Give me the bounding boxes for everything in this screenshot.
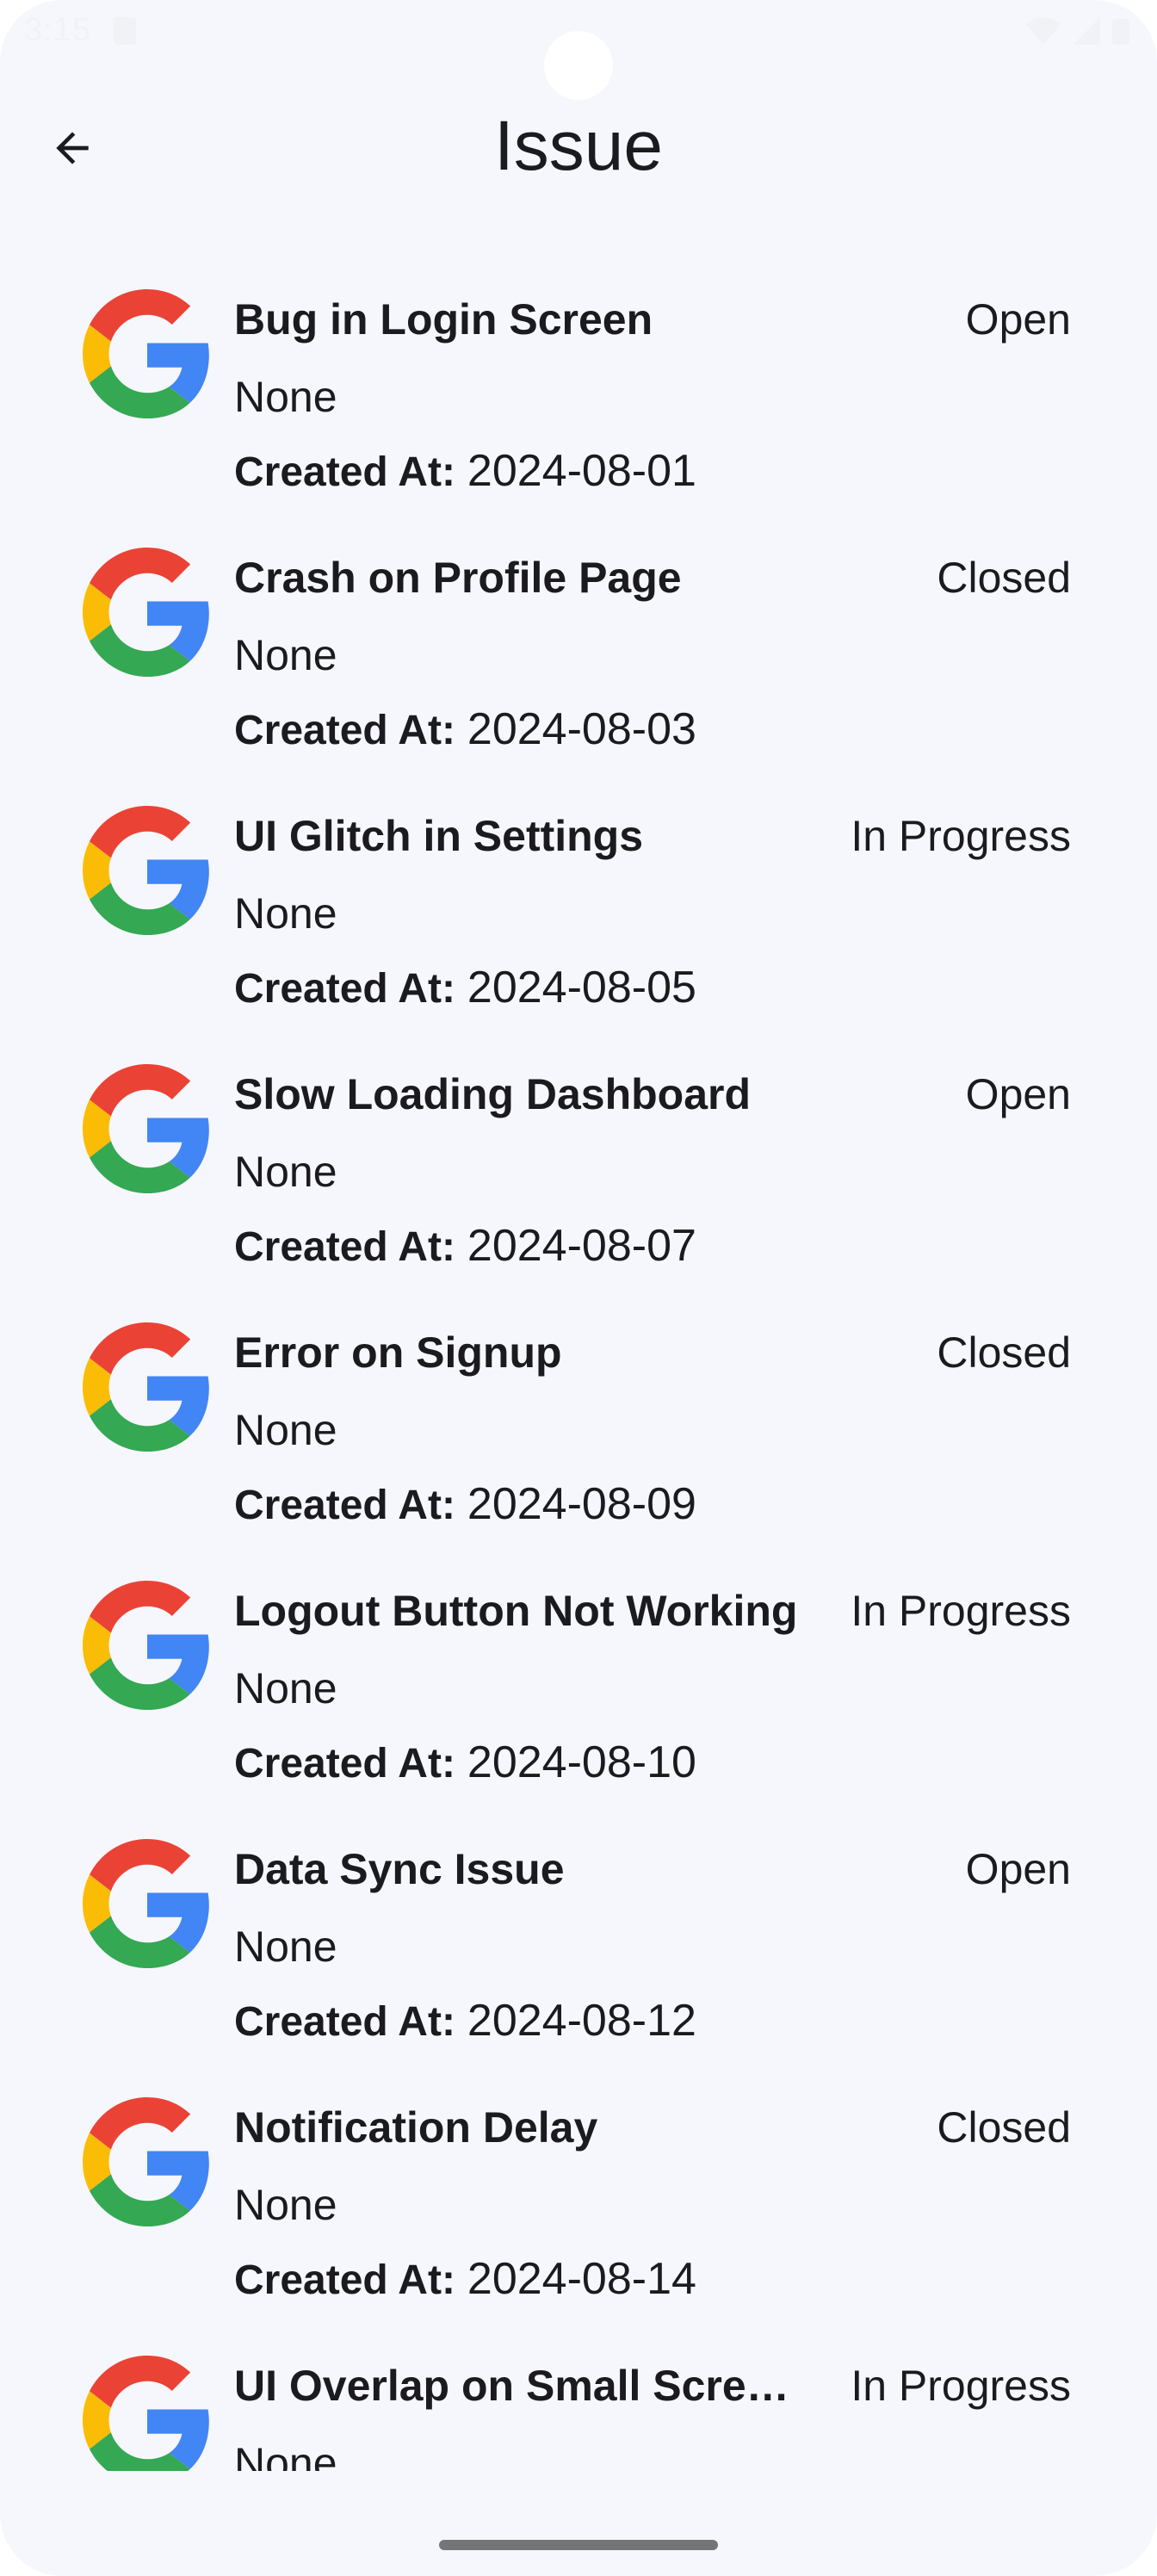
screen: 3:15 Issue Bug in Login Screen Open None… [0, 0, 1157, 2576]
created-at-label: Created At: [234, 2257, 455, 2303]
issue-list-item[interactable]: Bug in Login Screen Open None Created At… [0, 258, 1157, 517]
issue-list-item[interactable]: Data Sync Issue Open None Created At: 202… [0, 1808, 1157, 2066]
page-title: Issue [494, 107, 663, 185]
created-at-value: 2024-08-12 [467, 1996, 696, 2046]
issue-created-at: Created At: 2024-08-05 [234, 957, 696, 1019]
issue-title: Slow Loading Dashboard [234, 1070, 752, 1118]
arrow-back-icon [56, 132, 89, 164]
issue-status: Closed [937, 2103, 1071, 2152]
google-logo-icon [83, 1581, 209, 1710]
navigation-handle[interactable] [439, 2540, 718, 2550]
issue-description: None [234, 1664, 337, 1712]
created-at-label: Created At: [234, 708, 455, 753]
google-logo-icon [83, 806, 209, 935]
issue-title: Crash on Profile Page [234, 554, 682, 602]
wifi-icon [1026, 17, 1061, 45]
issue-status: Open [965, 295, 1071, 344]
created-at-value: 2024-08-03 [467, 704, 696, 754]
issue-status: Closed [937, 1328, 1071, 1377]
issue-title: Data Sync Issue [234, 1845, 565, 1893]
issue-title: Error on Signup [234, 1328, 562, 1377]
issue-title: Bug in Login Screen [234, 295, 653, 344]
sim-card-icon [114, 17, 136, 45]
created-at-label: Created At: [234, 449, 455, 495]
issue-list-item[interactable]: UI Glitch in Settings In Progress None C… [0, 775, 1157, 1033]
issue-created-at: Created At: 2024-08-10 [234, 1732, 696, 1794]
issue-description: None [234, 889, 337, 938]
issue-status: In Progress [851, 1587, 1071, 1635]
issue-list-item[interactable]: UI Overlap on Small Screens In Progress … [0, 2325, 1157, 2471]
google-logo-icon [83, 1839, 209, 1968]
created-at-label: Created At: [234, 1483, 455, 1528]
issue-created-at: Created At: 2024-08-09 [234, 1474, 696, 1536]
back-button[interactable] [38, 114, 107, 183]
issue-title: UI Glitch in Settings [234, 812, 644, 860]
google-logo-icon [83, 2097, 209, 2226]
issue-created-at: Created At: 2024-08-12 [234, 1991, 696, 2053]
issue-list-item[interactable]: Error on Signup Closed None Created At: 2… [0, 1291, 1157, 1550]
google-logo-icon [83, 1064, 209, 1193]
created-at-value: 2024-08-10 [467, 1737, 696, 1787]
issue-created-at: Created At: 2024-08-07 [234, 1216, 696, 1278]
created-at-value: 2024-08-09 [467, 1479, 696, 1529]
top-app-bar: Issue [0, 95, 1157, 198]
issue-description: None [234, 1406, 337, 1454]
battery-icon [1112, 19, 1129, 45]
created-at-label: Created At: [234, 1999, 455, 2045]
status-time: 3:15 [24, 12, 91, 48]
google-logo-icon [83, 2356, 209, 2471]
issue-description: None [234, 1923, 337, 1971]
google-logo-icon [83, 1322, 209, 1452]
issue-status: Closed [937, 554, 1071, 602]
issue-status: In Progress [851, 812, 1071, 860]
issue-created-at: Created At: 2024-08-03 [234, 699, 696, 761]
issue-list-item[interactable]: Notification Delay Closed None Created A… [0, 2066, 1157, 2325]
issue-description: None [234, 373, 337, 421]
issue-status: Open [965, 1845, 1071, 1893]
issue-description: None [234, 2181, 337, 2229]
camera-cutout [544, 31, 613, 100]
issue-list-item[interactable]: Slow Loading Dashboard Open None Created… [0, 1033, 1157, 1291]
issue-description: None [234, 2439, 337, 2471]
issue-list-item[interactable]: Crash on Profile Page Closed None Create… [0, 517, 1157, 775]
issue-title: UI Overlap on Small Screens [234, 2362, 811, 2410]
created-at-label: Created At: [234, 966, 455, 1012]
google-logo-icon [83, 548, 209, 677]
issue-created-at: Created At: 2024-08-14 [234, 2249, 696, 2311]
created-at-value: 2024-08-14 [467, 2254, 696, 2304]
signal-icon [1073, 17, 1100, 45]
created-at-value: 2024-08-05 [467, 963, 696, 1012]
created-at-label: Created At: [234, 1224, 455, 1270]
status-icons [1024, 15, 1131, 46]
created-at-value: 2024-08-01 [467, 446, 696, 496]
google-logo-icon [83, 289, 209, 418]
created-at-value: 2024-08-07 [467, 1221, 696, 1271]
issue-description: None [234, 1148, 337, 1196]
issue-title: Notification Delay [234, 2103, 598, 2152]
created-at-label: Created At: [234, 1741, 455, 1786]
issue-list-item[interactable]: Logout Button Not Working In Progress No… [0, 1550, 1157, 1808]
issue-list[interactable]: Bug in Login Screen Open None Created At… [0, 258, 1157, 2471]
issue-created-at: Created At: 2024-08-01 [234, 441, 696, 503]
issue-description: None [234, 631, 337, 679]
issue-status: Open [965, 1070, 1071, 1118]
issue-status: In Progress [851, 2362, 1071, 2410]
issue-title: Logout Button Not Working [234, 1587, 798, 1635]
